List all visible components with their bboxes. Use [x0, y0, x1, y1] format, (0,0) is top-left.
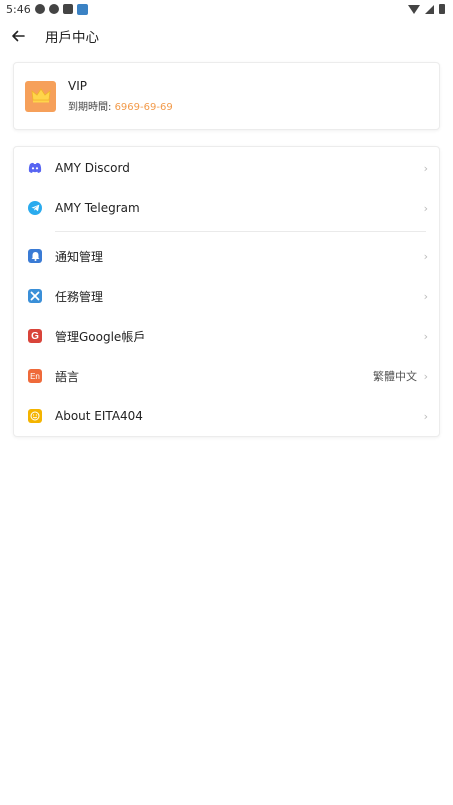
language-icon: En	[28, 369, 42, 383]
vip-expiry-label: 到期時間:	[68, 102, 115, 113]
chevron-right-icon: ›	[423, 369, 428, 383]
menu-item-tasks[interactable]: 任務管理 ›	[14, 276, 441, 316]
arrow-left-icon	[12, 30, 25, 42]
chevron-right-icon: ›	[423, 249, 428, 263]
app-notification-icon	[76, 3, 88, 15]
telegram-notification-icon	[48, 4, 59, 14]
telegram-icon	[28, 201, 42, 215]
menu-item-label: AMY Discord	[55, 161, 130, 175]
chevron-right-icon: ›	[423, 201, 428, 215]
menu-item-about[interactable]: About EITA404 ›	[14, 396, 441, 436]
menu-item-label: 任務管理	[55, 289, 104, 304]
smile-icon	[28, 409, 42, 423]
menu-item-label: About EITA404	[55, 409, 143, 423]
menu-item-label: 通知管理	[55, 249, 104, 264]
menu-item-label: 語言	[55, 369, 80, 384]
status-right	[408, 4, 445, 14]
menu-item-discord[interactable]: AMY Discord ›	[14, 148, 441, 188]
chevron-right-icon: ›	[423, 161, 428, 175]
vip-expiry-date: 6969-69-69	[114, 102, 173, 113]
status-left: 5:46	[6, 3, 88, 16]
crown-icon	[30, 88, 51, 103]
vip-info: VIP 到期時間: 6969-69-69	[68, 79, 173, 113]
battery-icon	[439, 4, 445, 14]
status-time: 5:46	[6, 2, 31, 16]
tools-icon	[28, 289, 42, 303]
chevron-right-icon: ›	[423, 329, 428, 343]
back-button[interactable]	[0, 18, 36, 54]
vip-card[interactable]: VIP 到期時間: 6969-69-69	[13, 62, 440, 130]
vip-avatar	[25, 80, 56, 112]
language-value: 繁體中文	[373, 370, 417, 383]
page-title: 用戶中心	[45, 30, 99, 46]
menu-item-telegram[interactable]: AMY Telegram ›	[14, 188, 441, 228]
vip-title: VIP	[68, 79, 87, 93]
discord-icon	[28, 161, 42, 175]
menu-item-language[interactable]: En 語言 繁體中文 ›	[14, 356, 441, 396]
status-bar: 5:46	[0, 0, 453, 18]
app-bar: 用戶中心	[0, 18, 453, 54]
menu-item-notifications[interactable]: 通知管理 ›	[14, 236, 441, 276]
language-icon-text: En	[30, 371, 40, 381]
menu-card: AMY Discord › AMY Telegram › 通知管理 › 任務管理	[13, 146, 440, 437]
notification-icon	[34, 4, 45, 14]
menu-divider	[55, 231, 426, 232]
menu-item-google-account[interactable]: G 管理Google帳戶 ›	[14, 316, 441, 356]
chevron-right-icon: ›	[423, 409, 428, 423]
android-notification-icon	[62, 4, 73, 14]
menu-item-label: 管理Google帳戶	[55, 329, 146, 344]
menu-item-label: AMY Telegram	[55, 201, 140, 215]
bell-icon	[28, 249, 42, 263]
signal-icon	[425, 4, 434, 14]
vip-expiry: 到期時間: 6969-69-69	[68, 98, 173, 113]
chevron-right-icon: ›	[423, 289, 428, 303]
google-icon: G	[28, 329, 42, 343]
wifi-icon	[408, 4, 420, 14]
